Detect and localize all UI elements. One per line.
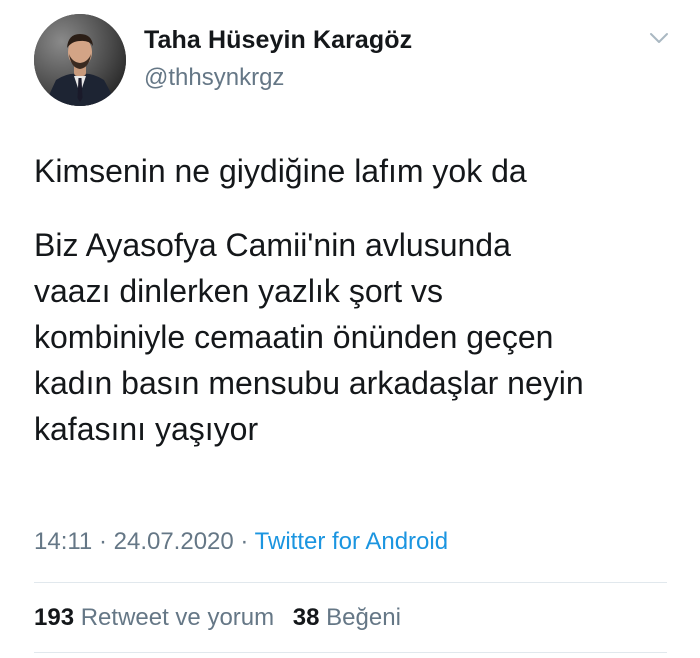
tweet-stats: 193 Retweet ve yorum 38 Beğeni — [34, 604, 401, 632]
retweets-label: Retweet ve yorum — [80, 604, 275, 631]
tweet-source-link[interactable]: Twitter for Android — [255, 528, 448, 555]
meta-separator: · — [240, 528, 249, 555]
tweet-date[interactable]: 24.07.2020 — [114, 528, 234, 555]
likes-label: Beğeni — [326, 604, 401, 631]
likes-stat[interactable]: 38 Beğeni — [293, 604, 401, 631]
retweets-count: 193 — [34, 604, 75, 631]
user-handle[interactable]: @thhsynkrgz — [144, 64, 284, 92]
tweet-time: 14:11 — [34, 528, 93, 555]
chevron-down-icon[interactable] — [648, 30, 670, 46]
tweet-line: kafasını yaşıyor — [34, 411, 259, 447]
avatar[interactable] — [34, 14, 126, 106]
divider — [34, 582, 667, 583]
divider — [34, 652, 667, 653]
display-name[interactable]: Taha Hüseyin Karagöz — [144, 26, 412, 55]
tweet-text: Kimsenin ne giydiğine lafım yok da Biz A… — [34, 148, 674, 452]
tweet-line: Biz Ayasofya Camii'nin avlusunda — [34, 227, 511, 263]
tweet-line: Kimsenin ne giydiğine lafım yok da — [34, 153, 527, 189]
tweet-line: vaazı dinlerken yazlık şort vs — [34, 273, 444, 309]
tweet-meta: 14:11 · 24.07.2020 · Twitter for Android — [34, 528, 448, 556]
tweet-card: Taha Hüseyin Karagöz @thhsynkrgz Kimseni… — [0, 0, 700, 658]
likes-count: 38 — [292, 604, 320, 631]
tweet-line: kombiniyle cemaatin önünden geçen — [34, 319, 554, 355]
meta-separator: · — [98, 528, 107, 555]
tweet-line: kadın basın mensubu arkadaşlar neyin — [34, 365, 584, 401]
retweets-stat[interactable]: 193 Retweet ve yorum — [34, 604, 274, 631]
profile-photo-icon — [34, 14, 126, 106]
